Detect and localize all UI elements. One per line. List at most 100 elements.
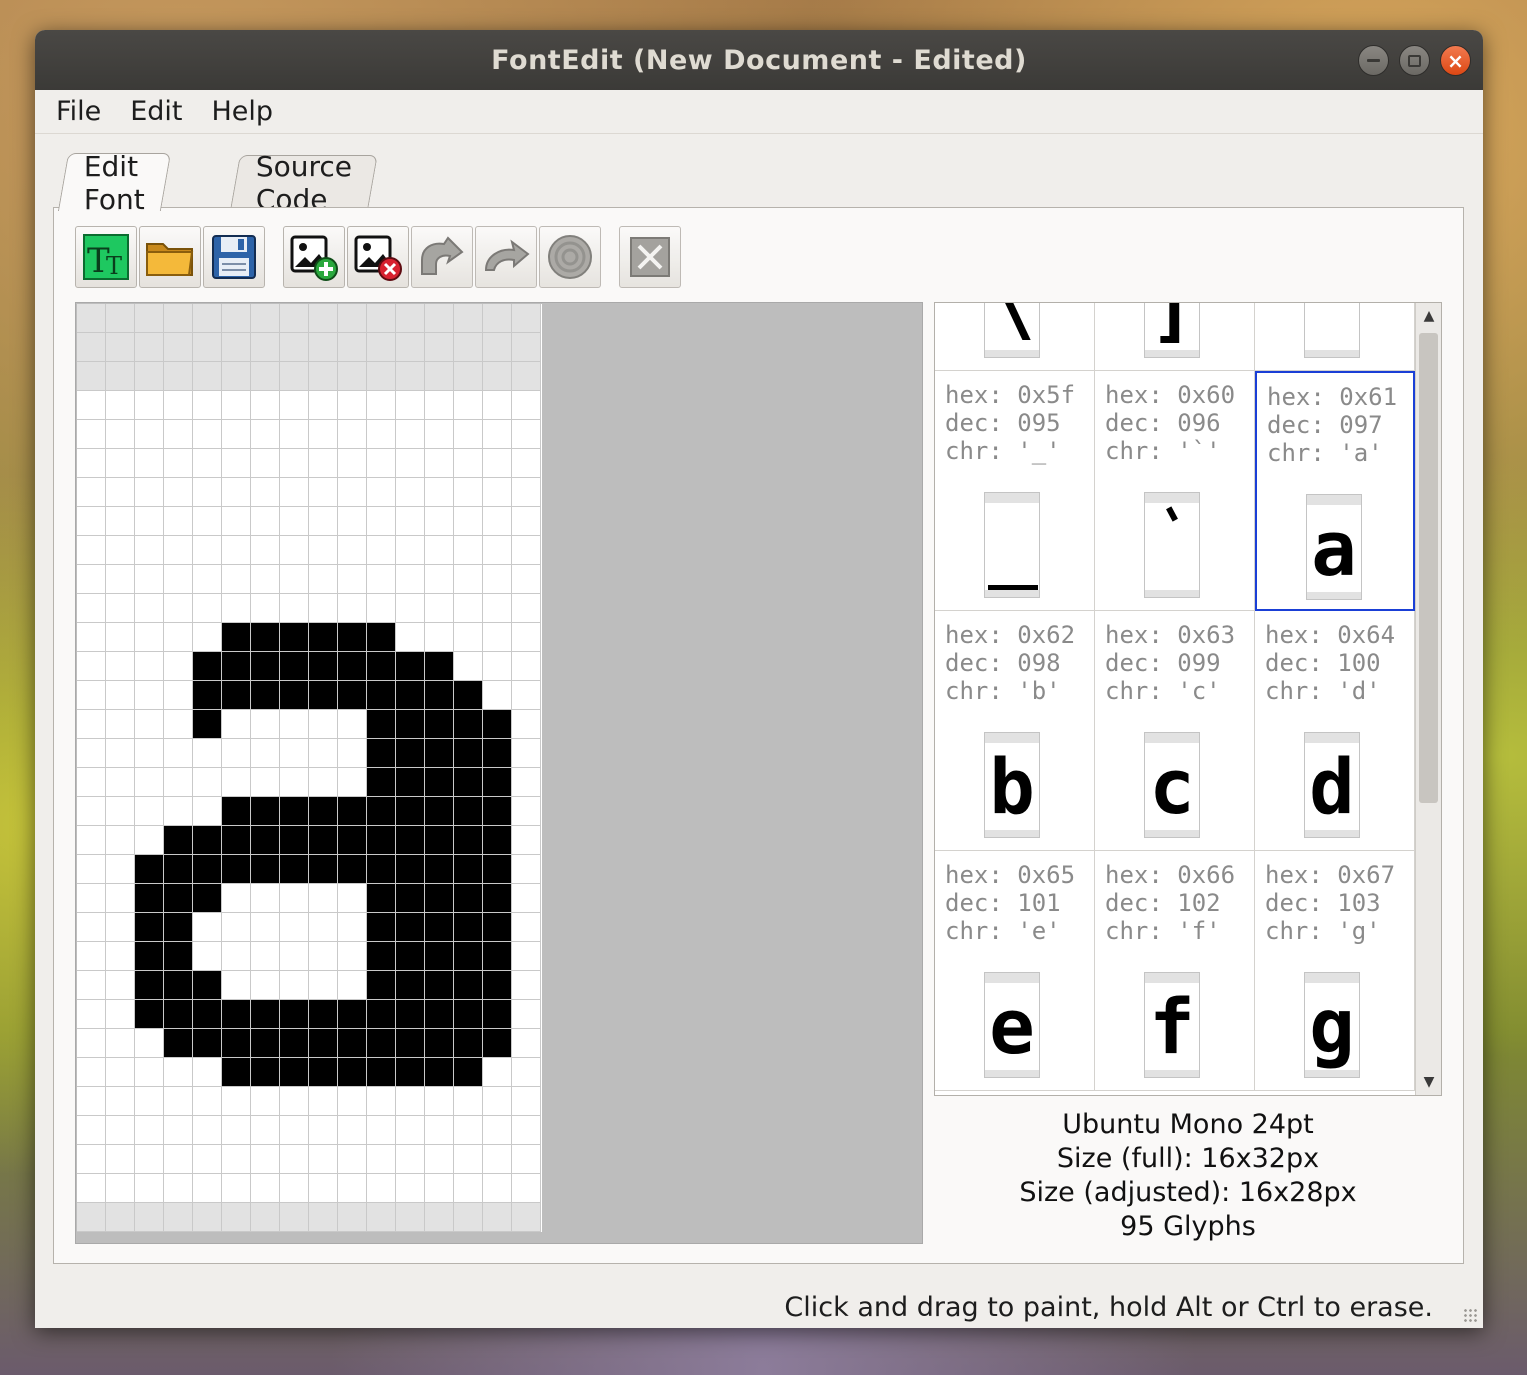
pixel-cell[interactable] — [222, 652, 251, 681]
pixel-cell[interactable] — [483, 681, 512, 710]
pixel-cell[interactable] — [193, 362, 222, 391]
pixel-cell[interactable] — [164, 942, 193, 971]
pixel-cell[interactable] — [512, 333, 541, 362]
pixel-cell[interactable] — [193, 449, 222, 478]
pixel-cell[interactable] — [251, 391, 280, 420]
pixel-cell[interactable] — [367, 304, 396, 333]
pixel-cell[interactable] — [396, 768, 425, 797]
pixel-cell[interactable] — [280, 1174, 309, 1203]
pixel-cell[interactable] — [222, 478, 251, 507]
pixel-cell[interactable] — [193, 1029, 222, 1058]
pixel-cell[interactable] — [367, 681, 396, 710]
pixel-cell[interactable] — [77, 1145, 106, 1174]
pixel-cell[interactable] — [280, 942, 309, 971]
pixel-cell[interactable] — [512, 768, 541, 797]
pixel-cell[interactable] — [106, 768, 135, 797]
pixel-cell[interactable] — [425, 478, 454, 507]
pixel-cell[interactable] — [106, 1174, 135, 1203]
pixel-cell[interactable] — [338, 1000, 367, 1029]
pixel-cell[interactable] — [193, 594, 222, 623]
pixel-cell[interactable] — [454, 478, 483, 507]
pixel-cell[interactable] — [251, 594, 280, 623]
pixel-cell[interactable] — [396, 1029, 425, 1058]
pixel-cell[interactable] — [222, 362, 251, 391]
pixel-cell[interactable] — [280, 1116, 309, 1145]
pixel-cell[interactable] — [367, 652, 396, 681]
pixel-cell[interactable] — [135, 652, 164, 681]
pixel-cell[interactable] — [309, 478, 338, 507]
pixel-cell[interactable] — [512, 1000, 541, 1029]
pixel-cell[interactable] — [251, 1116, 280, 1145]
pixel-cell[interactable] — [222, 594, 251, 623]
glyph-cell[interactable]: hex: 0x65 dec: 101 chr: 'e' e — [935, 851, 1095, 1091]
pixel-cell[interactable] — [367, 1145, 396, 1174]
pixel-cell[interactable] — [222, 681, 251, 710]
pixel-cell[interactable] — [483, 884, 512, 913]
pixel-cell[interactable] — [106, 1203, 135, 1232]
pixel-cell[interactable] — [251, 739, 280, 768]
pixel-cell[interactable] — [367, 971, 396, 1000]
pixel-cell[interactable] — [280, 333, 309, 362]
pixel-cell[interactable] — [280, 826, 309, 855]
pixel-cell[interactable] — [309, 681, 338, 710]
pixel-cell[interactable] — [106, 652, 135, 681]
pixel-cell[interactable] — [193, 391, 222, 420]
pixel-cell[interactable] — [251, 507, 280, 536]
pixel-cell[interactable] — [164, 565, 193, 594]
pixel-cell[interactable] — [251, 304, 280, 333]
pixel-cell[interactable] — [193, 971, 222, 1000]
pixel-cell[interactable] — [454, 333, 483, 362]
pixel-cell[interactable] — [280, 420, 309, 449]
pixel-cell[interactable] — [483, 1145, 512, 1174]
glyph-cell[interactable]: hex: 0x63 dec: 099 chr: 'c' c — [1095, 611, 1255, 851]
pixel-cell[interactable] — [425, 1174, 454, 1203]
pixel-cell[interactable] — [338, 855, 367, 884]
pixel-cell[interactable] — [135, 1203, 164, 1232]
pixel-cell[interactable] — [483, 420, 512, 449]
pixel-cell[interactable] — [222, 536, 251, 565]
pixel-cell[interactable] — [309, 507, 338, 536]
pixel-cell[interactable] — [367, 507, 396, 536]
pixel-cell[interactable] — [77, 1174, 106, 1203]
pixel-cell[interactable] — [454, 971, 483, 1000]
pixel-cell[interactable] — [367, 826, 396, 855]
pixel-cell[interactable] — [396, 797, 425, 826]
glyph-cell[interactable]: hex: 0x64 dec: 100 chr: 'd' d — [1255, 611, 1415, 851]
pixel-cell[interactable] — [106, 710, 135, 739]
pixel-cell[interactable] — [164, 1116, 193, 1145]
pixel-cell[interactable] — [106, 1087, 135, 1116]
tab-edit-font[interactable]: Edit Font — [57, 150, 172, 216]
pixel-cell[interactable] — [280, 913, 309, 942]
pixel-cell[interactable] — [164, 623, 193, 652]
pixel-cell[interactable] — [454, 739, 483, 768]
pixel-cell[interactable] — [483, 1116, 512, 1145]
pixel-cell[interactable] — [454, 536, 483, 565]
pixel-cell[interactable] — [512, 681, 541, 710]
pixel-cell[interactable] — [280, 1145, 309, 1174]
pixel-cell[interactable] — [483, 797, 512, 826]
pixel-cell[interactable] — [483, 971, 512, 1000]
glyph-grid-scrollbar[interactable]: ▲ ▼ — [1415, 303, 1441, 1095]
pixel-cell[interactable] — [512, 652, 541, 681]
pixel-cell[interactable] — [280, 797, 309, 826]
pixel-cell[interactable] — [135, 826, 164, 855]
pixel-cell[interactable] — [164, 681, 193, 710]
pixel-cell[interactable] — [396, 391, 425, 420]
pixel-cell[interactable] — [251, 333, 280, 362]
pixel-cell[interactable] — [106, 362, 135, 391]
pixel-cell[interactable] — [396, 449, 425, 478]
pixel-cell[interactable] — [280, 507, 309, 536]
pixel-cell[interactable] — [164, 362, 193, 391]
pixel-cell[interactable] — [483, 594, 512, 623]
pixel-cell[interactable] — [251, 681, 280, 710]
pixel-cell[interactable] — [396, 652, 425, 681]
pixel-cell[interactable] — [77, 391, 106, 420]
pixel-cell[interactable] — [164, 797, 193, 826]
pixel-cell[interactable] — [164, 1145, 193, 1174]
pixel-cell[interactable] — [338, 362, 367, 391]
pixel-cell[interactable] — [164, 710, 193, 739]
pixel-cell[interactable] — [396, 565, 425, 594]
pixel-cell[interactable] — [193, 1058, 222, 1087]
pixel-cell[interactable] — [425, 942, 454, 971]
pixel-cell[interactable] — [309, 826, 338, 855]
